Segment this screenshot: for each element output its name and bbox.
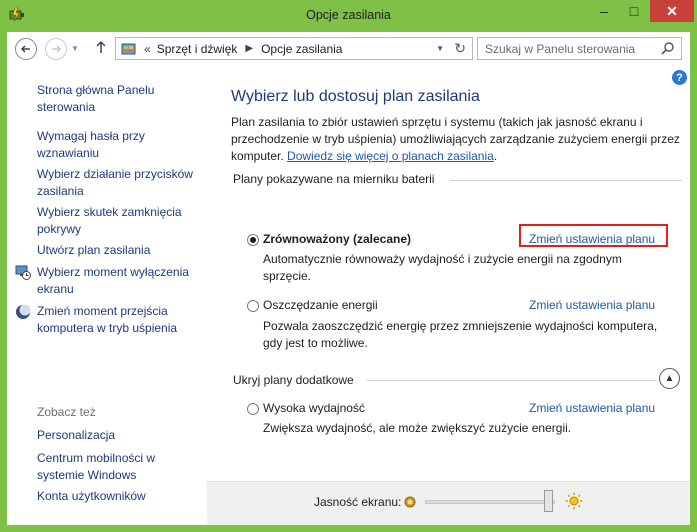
group-additional-plans[interactable]: Ukryj plany dodatkowe — [233, 373, 354, 387]
search-box[interactable] — [477, 37, 682, 60]
up-button[interactable] — [95, 40, 107, 58]
address-bar: ▼ « Sprzęt i dźwięk ▶ Opcje zasilania ▼ … — [7, 32, 690, 66]
learn-more-link[interactable]: Dowiedz się więcej o planach zasilania — [287, 149, 494, 163]
page-title: Wybierz lub dostosuj plan zasilania — [231, 88, 480, 105]
sidebar-item-display-off[interactable]: Wybierz moment wyłączenia ekranu — [37, 264, 202, 298]
refresh-icon[interactable]: ↻ — [454, 40, 466, 57]
up-arrow-icon — [96, 40, 106, 53]
group-battery-meter-title: Plany pokazywane na mierniku baterii — [233, 172, 435, 186]
plan-power-saver-name[interactable]: Oszczędzanie energii — [263, 298, 378, 312]
brightness-slider-track[interactable] — [425, 500, 555, 504]
help-icon[interactable]: ? — [672, 70, 687, 85]
see-also-personalization[interactable]: Personalizacja — [37, 427, 202, 444]
sidebar-item-require-password[interactable]: Wymagaj hasła przy wznawianiu — [37, 128, 202, 162]
group-additional-title[interactable]: Ukryj plany dodatkowe — [233, 373, 354, 387]
brightness-label: Jasność ekranu: — [314, 495, 402, 509]
control-panel-icon — [121, 43, 136, 54]
plan-power-saver-change-link[interactable]: Zmień ustawienia planu — [529, 298, 655, 312]
back-button[interactable] — [15, 38, 37, 60]
recent-pages-dropdown[interactable]: ▼ — [71, 44, 79, 53]
sidebar-item-sleep[interactable]: Zmień moment przejścia komputera w tryb … — [37, 303, 202, 337]
plan-high-performance-radio[interactable] — [247, 403, 259, 415]
footer-bar: Jasność ekranu: — [207, 481, 690, 525]
plan-high-performance-desc: Zwiększa wydajność, ale może zwiększyć z… — [263, 421, 572, 435]
main-content: ? Wybierz lub dostosuj plan zasilania Pl… — [207, 66, 690, 496]
plan-balanced-name[interactable]: Zrównoważony (zalecane) — [263, 232, 411, 246]
sidebar-item-lid-close[interactable]: Wybierz skutek zamknięcia pokrywy — [37, 204, 202, 238]
breadcrumb-overflow[interactable]: « — [144, 42, 151, 56]
plan-balanced-desc: Automatycznie równoważy wydajność i zuży… — [263, 252, 622, 283]
window: Opcje zasilania – □ ✕ ▼ « Sprzęt i dźwię… — [0, 0, 697, 532]
highlight-box — [519, 224, 668, 247]
brightness-high-icon — [565, 492, 583, 510]
search-input[interactable] — [478, 38, 648, 59]
breadcrumb-hardware-sound[interactable]: Sprzęt i dźwięk — [157, 42, 238, 56]
brightness-slider-thumb[interactable] — [544, 490, 553, 512]
forward-arrow-icon — [52, 45, 62, 53]
sidebar-item-create-plan[interactable]: Utwórz plan zasilania — [37, 242, 202, 259]
back-arrow-icon — [20, 45, 30, 53]
sidebar-item-power-buttons[interactable]: Wybierz działanie przycisków zasilania — [37, 166, 202, 200]
plan-power-saver-desc: Pozwala zaoszczędzić energię przez zmnie… — [263, 319, 658, 350]
close-button[interactable]: ✕ — [650, 0, 694, 22]
see-also-heading: Zobacz też — [37, 405, 96, 419]
plan-high-performance-name[interactable]: Wysoka wydajność — [263, 401, 365, 415]
minimize-button[interactable]: – — [590, 0, 618, 22]
group-battery-meter-plans: Plany pokazywane na mierniku baterii — [233, 172, 434, 186]
breadcrumb-power-options[interactable]: Opcje zasilania — [261, 42, 342, 56]
monitor-clock-icon — [15, 265, 31, 280]
breadcrumb-chevron-icon[interactable]: ▶ — [245, 43, 253, 54]
divider — [450, 180, 682, 181]
see-also-mobility-center[interactable]: Centrum mobilności w systemie Windows — [37, 450, 202, 484]
search-icon[interactable] — [661, 41, 675, 55]
client-area: ▼ « Sprzęt i dźwięk ▶ Opcje zasilania ▼ … — [7, 32, 690, 525]
brightness-low-icon — [404, 496, 416, 508]
plan-high-performance-change-link[interactable]: Zmień ustawienia planu — [529, 401, 655, 415]
forward-button[interactable] — [45, 38, 67, 60]
address-dropdown-icon[interactable]: ▼ — [436, 44, 444, 53]
intro-period: . — [493, 149, 498, 163]
moon-icon — [16, 304, 31, 319]
see-also-user-accounts[interactable]: Konta użytkowników — [37, 488, 202, 505]
sidebar-item-control-panel-home[interactable]: Strona główna Panelu sterowania — [37, 82, 202, 116]
plan-balanced-radio[interactable] — [247, 234, 259, 246]
plan-power-saver-radio[interactable] — [247, 300, 259, 312]
collapse-chevron-icon[interactable]: ▲ — [659, 368, 680, 389]
address-field[interactable]: « Sprzęt i dźwięk ▶ Opcje zasilania ▼ ↻ — [115, 37, 473, 60]
sidebar: Strona główna Panelu sterowania Wymagaj … — [7, 66, 207, 525]
maximize-button[interactable]: □ — [620, 0, 648, 22]
title-bar[interactable]: Opcje zasilania – □ ✕ — [0, 0, 697, 32]
divider — [367, 380, 657, 381]
intro-text: Plan zasilania to zbiór ustawień sprzętu… — [231, 114, 681, 165]
